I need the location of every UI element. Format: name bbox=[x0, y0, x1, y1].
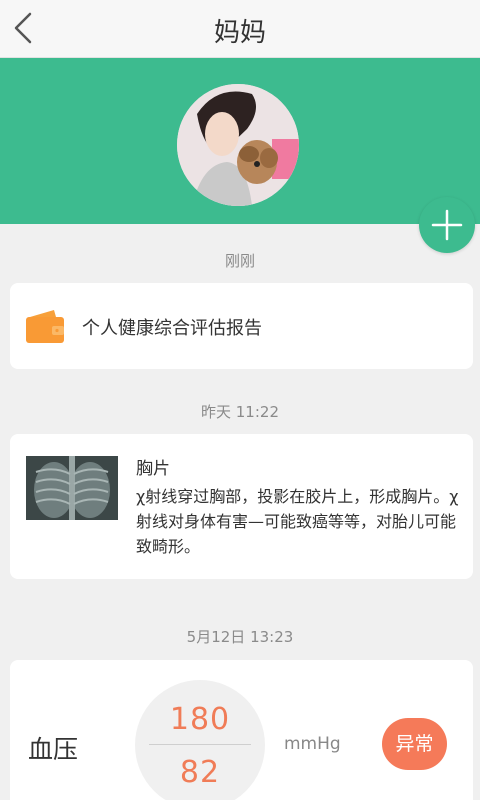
avatar-image bbox=[177, 84, 299, 206]
add-button[interactable] bbox=[419, 197, 475, 253]
xray-title: 胸片 bbox=[136, 459, 170, 479]
bp-unit: mmHg bbox=[284, 734, 341, 754]
xray-description: χ射线穿过胸部，投影在胶片上，形成胸片。χ射线对身体有害—可能致癌等等，对胎儿可… bbox=[136, 487, 459, 556]
report-title: 个人健康综合评估报告 bbox=[82, 318, 262, 339]
xray-card[interactable]: 胸片 χ射线穿过胸部，投影在胶片上，形成胸片。χ射线对身体有害—可能致癌等等，对… bbox=[10, 434, 473, 579]
timestamp: 昨天 11:22 bbox=[201, 403, 279, 421]
bp-label: 血压 bbox=[28, 735, 79, 764]
bp-reading: 180 82 bbox=[135, 680, 265, 800]
timestamp: 5月12日 13:23 bbox=[186, 628, 294, 646]
status-badge[interactable]: 异常 bbox=[382, 718, 447, 770]
blood-pressure-card[interactable]: 血压 180 82 mmHg 异常 bbox=[10, 660, 473, 800]
xray-thumbnail bbox=[26, 456, 118, 520]
timestamp: 刚刚 bbox=[224, 252, 255, 270]
avatar[interactable] bbox=[177, 84, 299, 206]
bp-systolic: 180 bbox=[169, 702, 231, 737]
page-title: 妈妈 bbox=[213, 18, 266, 48]
plus-icon bbox=[431, 209, 463, 241]
wallet-icon bbox=[26, 310, 64, 343]
bp-diastolic: 82 bbox=[179, 755, 221, 790]
bp-divider bbox=[149, 744, 251, 745]
top-bar: 妈妈 bbox=[0, 0, 480, 58]
health-report-card[interactable]: 个人健康综合评估报告 bbox=[10, 283, 473, 369]
